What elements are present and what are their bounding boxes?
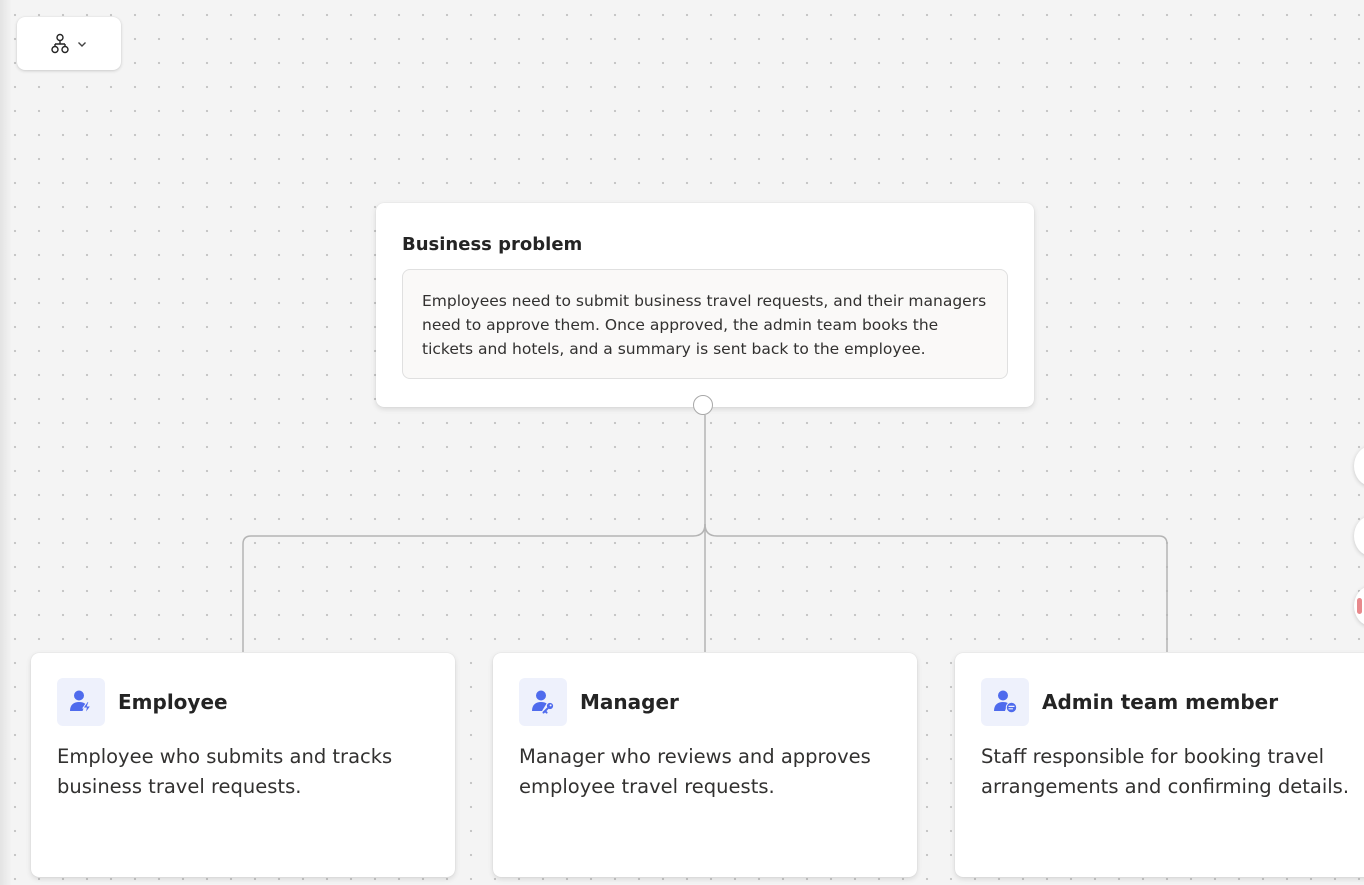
chevron-down-icon xyxy=(76,38,88,50)
side-panel-control[interactable] xyxy=(1354,516,1364,556)
business-problem-description: Employees need to submit business travel… xyxy=(402,269,1008,379)
person-lightning-icon xyxy=(57,678,105,726)
role-card-employee[interactable]: Employee Employee who submits and tracks… xyxy=(31,653,455,877)
role-title: Employee xyxy=(118,690,228,714)
role-card-admin-team-member[interactable]: Admin team member Staff responsible for … xyxy=(955,653,1364,877)
business-problem-card[interactable]: Business problem Employees need to submi… xyxy=(376,203,1034,407)
role-card-manager[interactable]: Manager Manager who reviews and approves… xyxy=(493,653,917,877)
business-problem-title: Business problem xyxy=(402,234,583,255)
role-title: Admin team member xyxy=(1042,690,1279,714)
role-description: Manager who reviews and approves employe… xyxy=(519,745,871,798)
role-title: Manager xyxy=(580,690,679,714)
role-description: Employee who submits and tracks business… xyxy=(57,745,393,798)
org-chart-icon xyxy=(50,33,70,55)
canvas-left-shadow xyxy=(0,0,12,885)
connector-handle[interactable] xyxy=(693,395,713,415)
view-switcher-button[interactable] xyxy=(17,17,121,70)
side-panel-control[interactable] xyxy=(1354,586,1364,626)
person-key-icon xyxy=(519,678,567,726)
role-description: Staff responsible for booking travel arr… xyxy=(981,745,1350,798)
person-chat-icon xyxy=(981,678,1029,726)
side-panel-control[interactable] xyxy=(1354,446,1364,486)
